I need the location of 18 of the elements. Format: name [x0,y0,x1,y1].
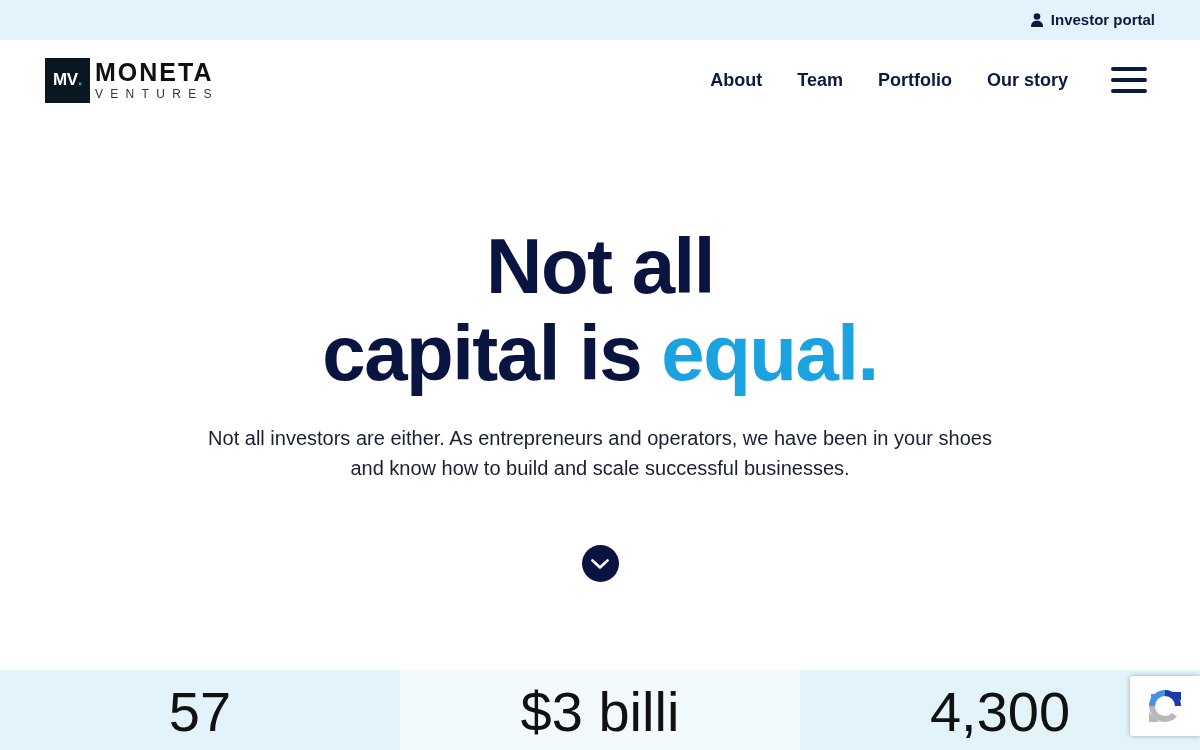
stat-value: 57 [168,682,232,742]
nav-link[interactable]: Team [797,66,843,94]
nav-link[interactable]: About [710,66,763,94]
nav-link[interactable]: Our story [986,66,1068,94]
chevron-down-icon [591,558,609,569]
hero-description: Not all investors are either. As entrepreneurs and operators, we have been in your shoes and know how to build and scale successful businesses. [207,426,993,481]
brand-name: MONETA [95,60,215,85]
stat-value: 4,300 [929,682,1071,742]
person-icon [1030,13,1043,27]
stat-value: $3 billi [520,682,680,742]
nav-link[interactable]: Portfolio [877,66,952,94]
menu-button[interactable] [1111,67,1147,93]
scroll-down-button[interactable] [581,545,619,582]
investor-portal-link[interactable]: Investor portal [1030,8,1155,32]
hero-headline: Not all capital is equal. [322,223,878,397]
menu-icon [1111,67,1147,93]
logo-mark: MV. [45,57,90,103]
brand-tagline: VENTURES [95,88,219,100]
